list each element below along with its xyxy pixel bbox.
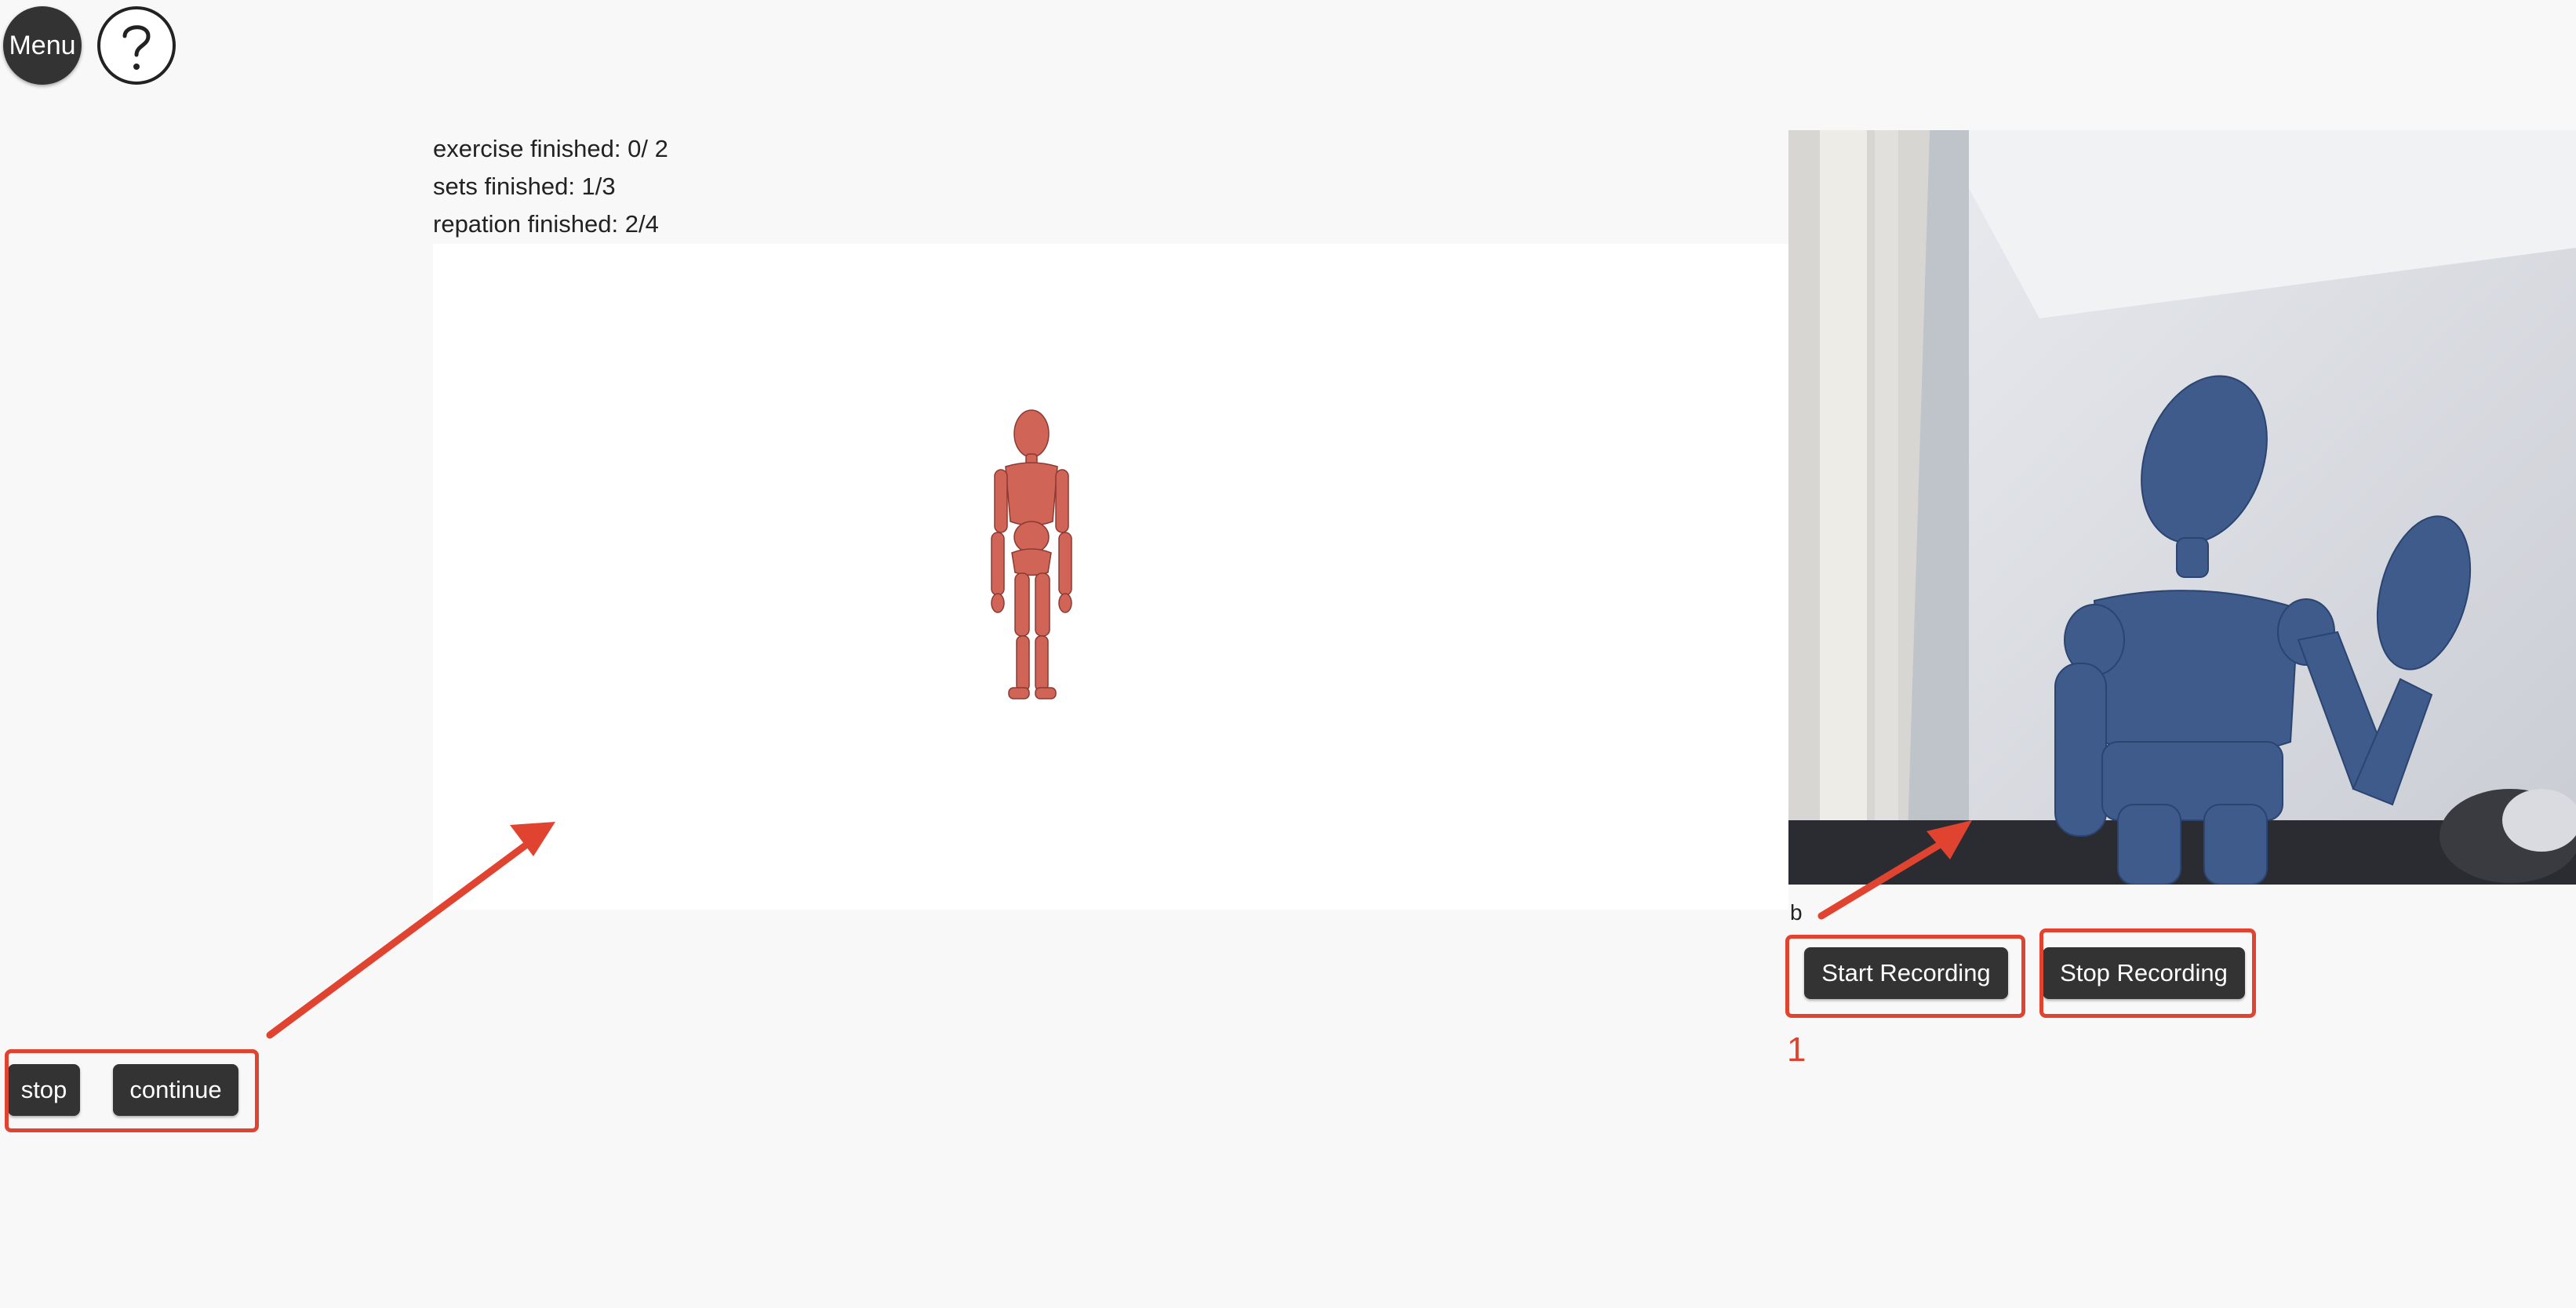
help-button[interactable] bbox=[96, 5, 177, 86]
repetition-progress: repation finished: 2/4 bbox=[433, 210, 659, 238]
avatar-figure bbox=[991, 409, 1072, 699]
menu-button[interactable]: Menu bbox=[3, 6, 82, 85]
step-number-annotation: 1 bbox=[1787, 1030, 1806, 1069]
start-recording-highlight-box bbox=[1785, 935, 2025, 1018]
controls-highlight-box bbox=[5, 1049, 259, 1132]
exercise-progress: exercise finished: 0/ 2 bbox=[433, 135, 668, 162]
camera-label: b bbox=[1790, 900, 1803, 925]
camera-feed bbox=[1788, 130, 2576, 885]
stop-recording-highlight-box bbox=[2039, 928, 2256, 1018]
sets-progress: sets finished: 1/3 bbox=[433, 173, 616, 200]
question-circle-icon bbox=[97, 6, 176, 85]
avatar-viewport[interactable] bbox=[433, 244, 1788, 910]
